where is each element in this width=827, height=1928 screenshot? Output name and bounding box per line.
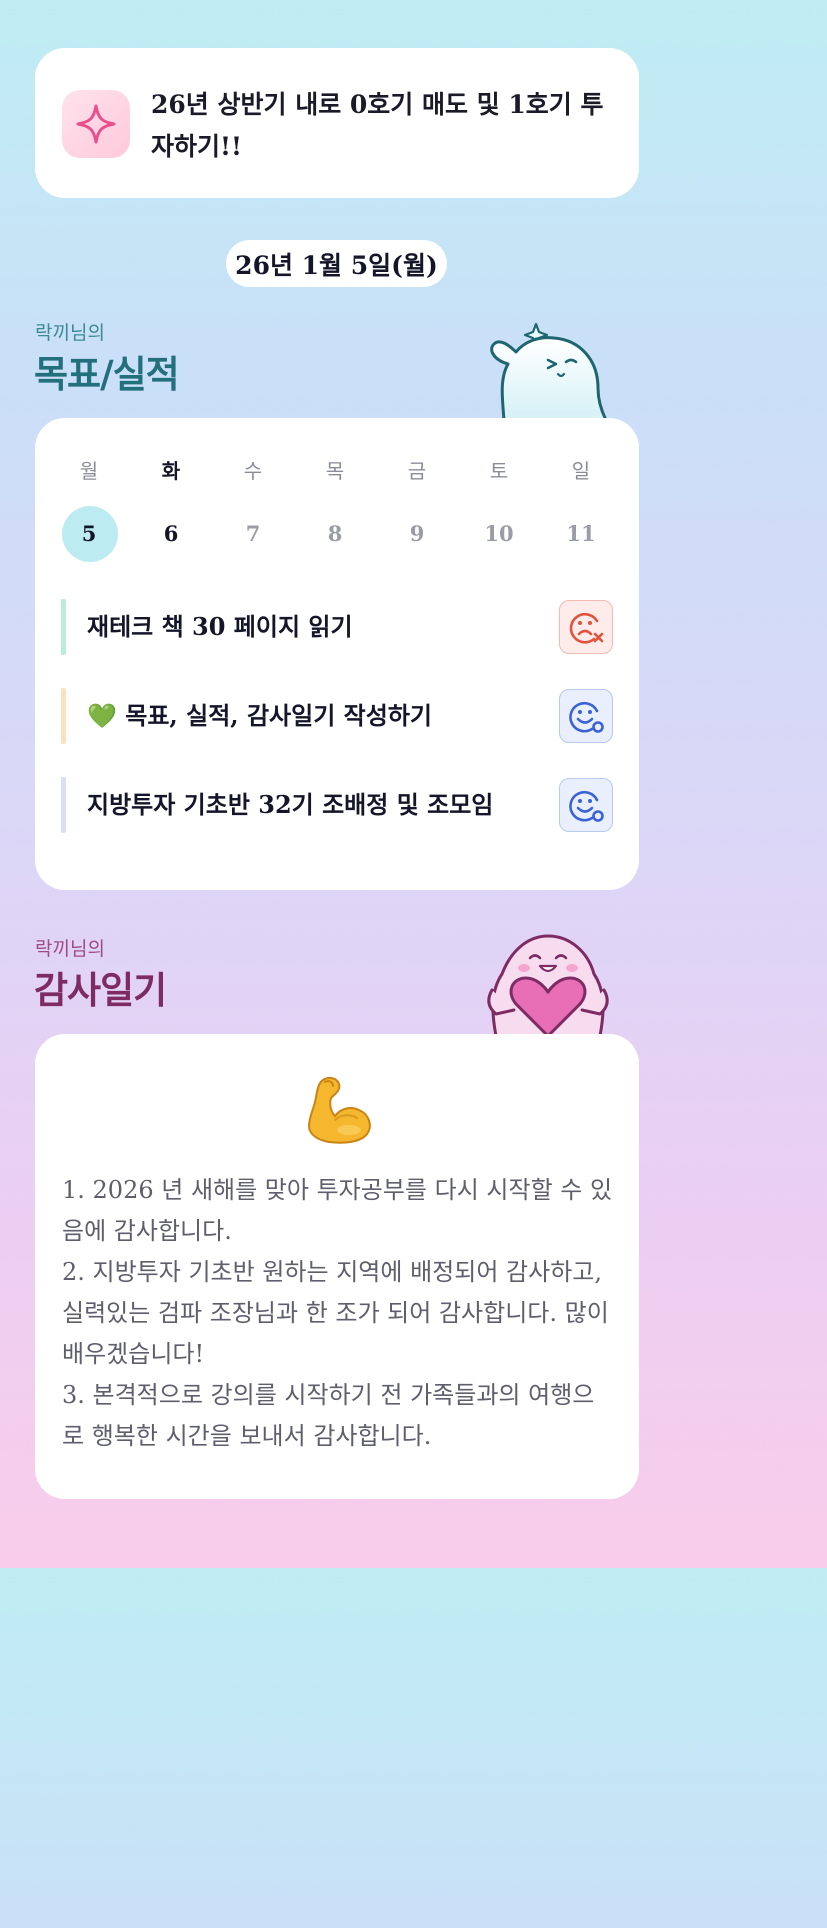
goal-text: 26년 상반기 내로 0호기 매도 및 1호기 투자하기!! <box>151 90 604 161</box>
day[interactable]: 11 <box>540 506 622 562</box>
task-label: 지방투자 기초반 32기 조배정 및 조모임 <box>87 790 494 819</box>
gratitude-card: 1. 2026 년 새해를 맞아 투자공부를 다시 시작할 수 있음에 감사합니… <box>35 1034 639 1499</box>
weekday-label: 금 <box>407 459 427 483</box>
smile-face-check-icon[interactable] <box>559 778 613 832</box>
task-color-bar <box>61 688 66 744</box>
gratitude-line: 1. 2026 년 새해를 맞아 투자공부를 다시 시작할 수 있음에 감사합니… <box>62 1176 613 1245</box>
day[interactable]: 8 <box>294 506 376 562</box>
gratitude-section-title: 감사일기 <box>34 969 167 1012</box>
task-item[interactable]: 💚 목표, 실적, 감사일기 작성하기 <box>61 688 613 744</box>
weekday-label: 화 <box>161 459 181 483</box>
date-pill[interactable]: 26년 1월 5일(월) <box>226 240 447 287</box>
day-number: 10 <box>484 521 514 546</box>
day-number: 8 <box>327 521 343 546</box>
gratitude-line: 3. 본격적으로 강의를 시작하기 전 가족들과의 여행으로 행복한 시간을 보… <box>62 1381 595 1450</box>
task-item[interactable]: 지방투자 기초반 32기 조배정 및 조모임 <box>61 777 613 833</box>
day-number: 6 <box>163 521 179 546</box>
weekday-label: 목 <box>325 459 345 483</box>
task-label: 재테크 책 30 페이지 읽기 <box>87 612 353 641</box>
sad-face-x-icon[interactable] <box>559 600 613 654</box>
weekday-label: 토 <box>489 459 509 483</box>
day[interactable]: 7 <box>212 506 294 562</box>
weekday-label: 일 <box>571 459 591 483</box>
goals-card: 월 화 수 목 금 토 일 5 6 7 8 9 10 11 재테크 책 30 페… <box>35 418 639 890</box>
goals-section-subtitle: 락끼님의 <box>35 322 105 344</box>
task-color-bar <box>61 599 66 655</box>
waving-ghost-mascot <box>490 322 608 420</box>
sparkle-icon <box>62 90 130 158</box>
smile-face-check-icon[interactable] <box>559 689 613 743</box>
day-number: 5 <box>81 521 97 546</box>
goals-section-title: 목표/실적 <box>34 353 180 396</box>
goal-card[interactable]: 26년 상반기 내로 0호기 매도 및 1호기 투자하기!! <box>35 48 639 198</box>
task-item[interactable]: 재테크 책 30 페이지 읽기 <box>61 599 613 655</box>
gratitude-section-subtitle: 락끼님의 <box>35 938 105 960</box>
day-row: 5 6 7 8 9 10 11 <box>35 506 639 562</box>
flexed-biceps-emoji <box>307 1076 371 1144</box>
day-number: 9 <box>409 521 425 546</box>
heart-hugging-ghost-mascot <box>487 934 609 1036</box>
gratitude-text: 1. 2026 년 새해를 맞아 투자공부를 다시 시작할 수 있음에 감사합니… <box>62 1170 614 1457</box>
task-color-bar <box>61 777 66 833</box>
day-number: 7 <box>245 521 261 546</box>
day-selected[interactable]: 5 <box>48 506 130 562</box>
gratitude-line: 2. 지방투자 기초반 원하는 지역에 배정되어 감사하고, 실력있는 검파 조… <box>62 1258 609 1368</box>
task-label: 💚 목표, 실적, 감사일기 작성하기 <box>87 701 432 730</box>
weekday-row: 월 화 수 목 금 토 일 <box>35 456 639 486</box>
weekday-label: 월 <box>79 459 99 483</box>
weekday-label: 수 <box>243 459 263 483</box>
day[interactable]: 10 <box>458 506 540 562</box>
day[interactable]: 6 <box>130 506 212 562</box>
day-number: 11 <box>566 521 596 546</box>
day[interactable]: 9 <box>376 506 458 562</box>
